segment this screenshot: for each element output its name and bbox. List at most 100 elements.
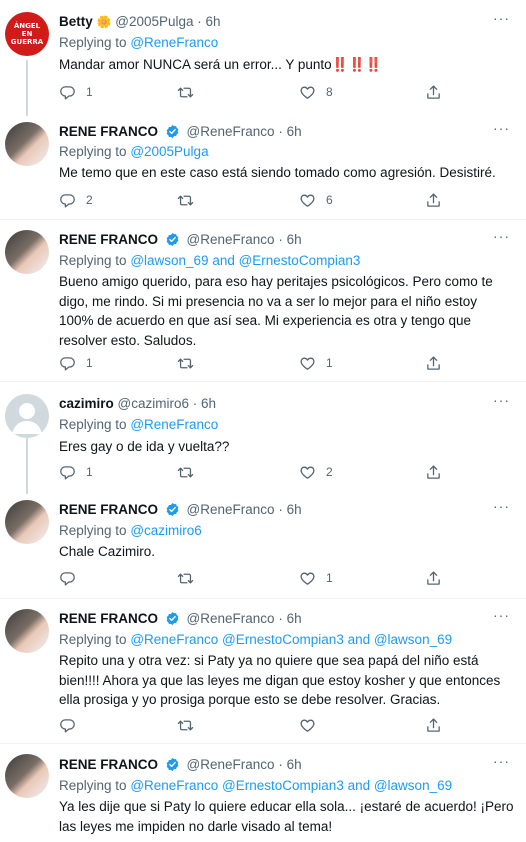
timestamp[interactable]: 6h [287, 502, 302, 517]
display-name[interactable]: RENE FRANCO [59, 757, 158, 772]
like-button[interactable]: 8 [299, 82, 333, 102]
reply-icon [59, 355, 76, 372]
tweet-text: Chale Cazimiro. [59, 544, 156, 559]
retweet-icon [177, 717, 194, 734]
tweet-rene-4[interactable]: RENE FRANCO @ReneFranco · 6h ··· Replyin… [0, 599, 526, 744]
user-handle[interactable]: @ReneFranco [187, 611, 275, 626]
retweet-icon [177, 570, 194, 587]
like-icon [299, 355, 316, 372]
timestamp[interactable]: 6h [206, 14, 221, 29]
tweet-betty[interactable]: ÁNGEL EN GUERRA Betty 🌼 @2005Pulga · 6h … [0, 0, 526, 116]
mention-link[interactable]: @ReneFranco [130, 35, 218, 50]
retweet-button[interactable] [177, 353, 204, 373]
timestamp[interactable]: 6h [201, 396, 216, 411]
share-button[interactable] [425, 190, 442, 210]
verified-icon [165, 232, 180, 247]
like-button[interactable]: 2 [299, 462, 333, 482]
display-name[interactable]: cazimiro [59, 396, 114, 411]
user-handle[interactable]: @ReneFranco [187, 124, 275, 139]
like-icon [299, 84, 316, 101]
user-handle[interactable]: @2005Pulga [115, 14, 193, 29]
avatar[interactable] [5, 754, 49, 798]
share-button[interactable] [425, 82, 442, 102]
reply-button[interactable]: 2 [59, 190, 93, 210]
timestamp[interactable]: 6h [287, 611, 302, 626]
share-button[interactable] [425, 715, 442, 735]
like-button[interactable]: 6 [299, 190, 333, 210]
replying-to: Replying to @ReneFranco @ErnestoCompian3… [59, 632, 453, 647]
like-button[interactable]: 1 [299, 568, 333, 588]
share-button[interactable] [425, 462, 442, 482]
reply-button[interactable] [59, 715, 86, 735]
reply-button[interactable]: 1 [59, 353, 93, 373]
share-button[interactable] [425, 568, 442, 588]
tweet-rene-1[interactable]: RENE FRANCO @ReneFranco · 6h ··· Replyin… [0, 116, 526, 220]
reply-icon [59, 192, 76, 209]
more-icon[interactable]: ··· [493, 498, 510, 514]
display-name[interactable]: RENE FRANCO [59, 232, 158, 247]
share-icon [425, 717, 442, 734]
reply-button[interactable]: 1 [59, 82, 93, 102]
user-handle[interactable]: @ReneFranco [187, 502, 275, 517]
tweet-header: cazimiro @cazimiro6 · 6h [59, 396, 217, 411]
share-button[interactable] [425, 353, 442, 373]
mention-link[interactable]: @lawson_69 and @ErnestoCompian3 [130, 253, 360, 268]
tweet-rene-5[interactable]: RENE FRANCO @ReneFranco · 6h ··· Replyin… [0, 744, 526, 842]
like-icon [299, 192, 316, 209]
tweet-header: RENE FRANCO @ReneFranco · 6h [59, 757, 302, 772]
tweet-header: RENE FRANCO @ReneFranco · 6h [59, 611, 302, 626]
avatar[interactable] [5, 230, 49, 274]
reply-button[interactable] [59, 568, 86, 588]
like-icon [299, 464, 316, 481]
replying-to: Replying to @ReneFranco [59, 35, 219, 50]
replying-to: Replying to @lawson_69 and @ErnestoCompi… [59, 253, 361, 268]
retweet-button[interactable] [177, 568, 204, 588]
display-name[interactable]: Betty [59, 14, 93, 29]
like-button[interactable]: 1 [299, 353, 333, 373]
reply-count: 1 [86, 465, 93, 479]
more-icon[interactable]: ··· [493, 120, 510, 136]
reply-button[interactable]: 1 [59, 462, 93, 482]
reply-count: 1 [86, 356, 93, 370]
retweet-icon [177, 355, 194, 372]
more-icon[interactable]: ··· [493, 607, 510, 623]
retweet-button[interactable] [177, 190, 204, 210]
user-handle[interactable]: @cazimiro6 [118, 396, 189, 411]
tweet-header: RENE FRANCO @ReneFranco · 6h [59, 502, 302, 517]
avatar[interactable] [5, 122, 49, 166]
tweet-header: RENE FRANCO @ReneFranco · 6h [59, 124, 302, 139]
retweet-button[interactable] [177, 82, 204, 102]
display-name[interactable]: RENE FRANCO [59, 124, 158, 139]
display-name[interactable]: RENE FRANCO [59, 611, 158, 626]
timestamp[interactable]: 6h [287, 124, 302, 139]
more-icon[interactable]: ··· [493, 753, 510, 769]
timestamp[interactable]: 6h [287, 232, 302, 247]
user-handle[interactable]: @ReneFranco [187, 757, 275, 772]
user-handle[interactable]: @ReneFranco [187, 232, 275, 247]
tweet-cazimiro[interactable]: cazimiro @cazimiro6 · 6h ··· Replying to… [0, 382, 526, 494]
tweet-rene-3[interactable]: RENE FRANCO @ReneFranco · 6h ··· Replyin… [0, 494, 526, 599]
retweet-button[interactable] [177, 715, 204, 735]
tweet-rene-2[interactable]: RENE FRANCO @ReneFranco · 6h ··· Replyin… [0, 220, 526, 382]
display-name[interactable]: RENE FRANCO [59, 502, 158, 517]
tweet-text: Eres gay o de ida y vuelta?? [59, 439, 230, 454]
mention-link[interactable]: @ReneFranco @ErnestoCompian3 and @lawson… [130, 778, 452, 793]
avatar[interactable] [5, 609, 49, 653]
mention-link[interactable]: @ReneFranco @ErnestoCompian3 and @lawson… [130, 632, 452, 647]
more-icon[interactable]: ··· [493, 392, 510, 408]
retweet-button[interactable] [177, 462, 204, 482]
more-icon[interactable]: ··· [493, 10, 510, 26]
mention-link[interactable]: @cazimiro6 [130, 523, 201, 538]
like-button[interactable] [299, 715, 326, 735]
avatar[interactable]: ÁNGEL EN GUERRA [5, 12, 49, 56]
avatar[interactable] [5, 500, 49, 544]
mention-link[interactable]: @2005Pulga [130, 144, 208, 159]
verified-icon [165, 611, 180, 626]
replying-to: Replying to @ReneFranco [59, 417, 219, 432]
timestamp[interactable]: 6h [287, 757, 302, 772]
more-icon[interactable]: ··· [493, 228, 510, 244]
reply-count: 1 [86, 85, 93, 99]
mention-link[interactable]: @ReneFranco [130, 417, 218, 432]
replying-to: Replying to @cazimiro6 [59, 523, 202, 538]
avatar[interactable] [5, 394, 49, 438]
